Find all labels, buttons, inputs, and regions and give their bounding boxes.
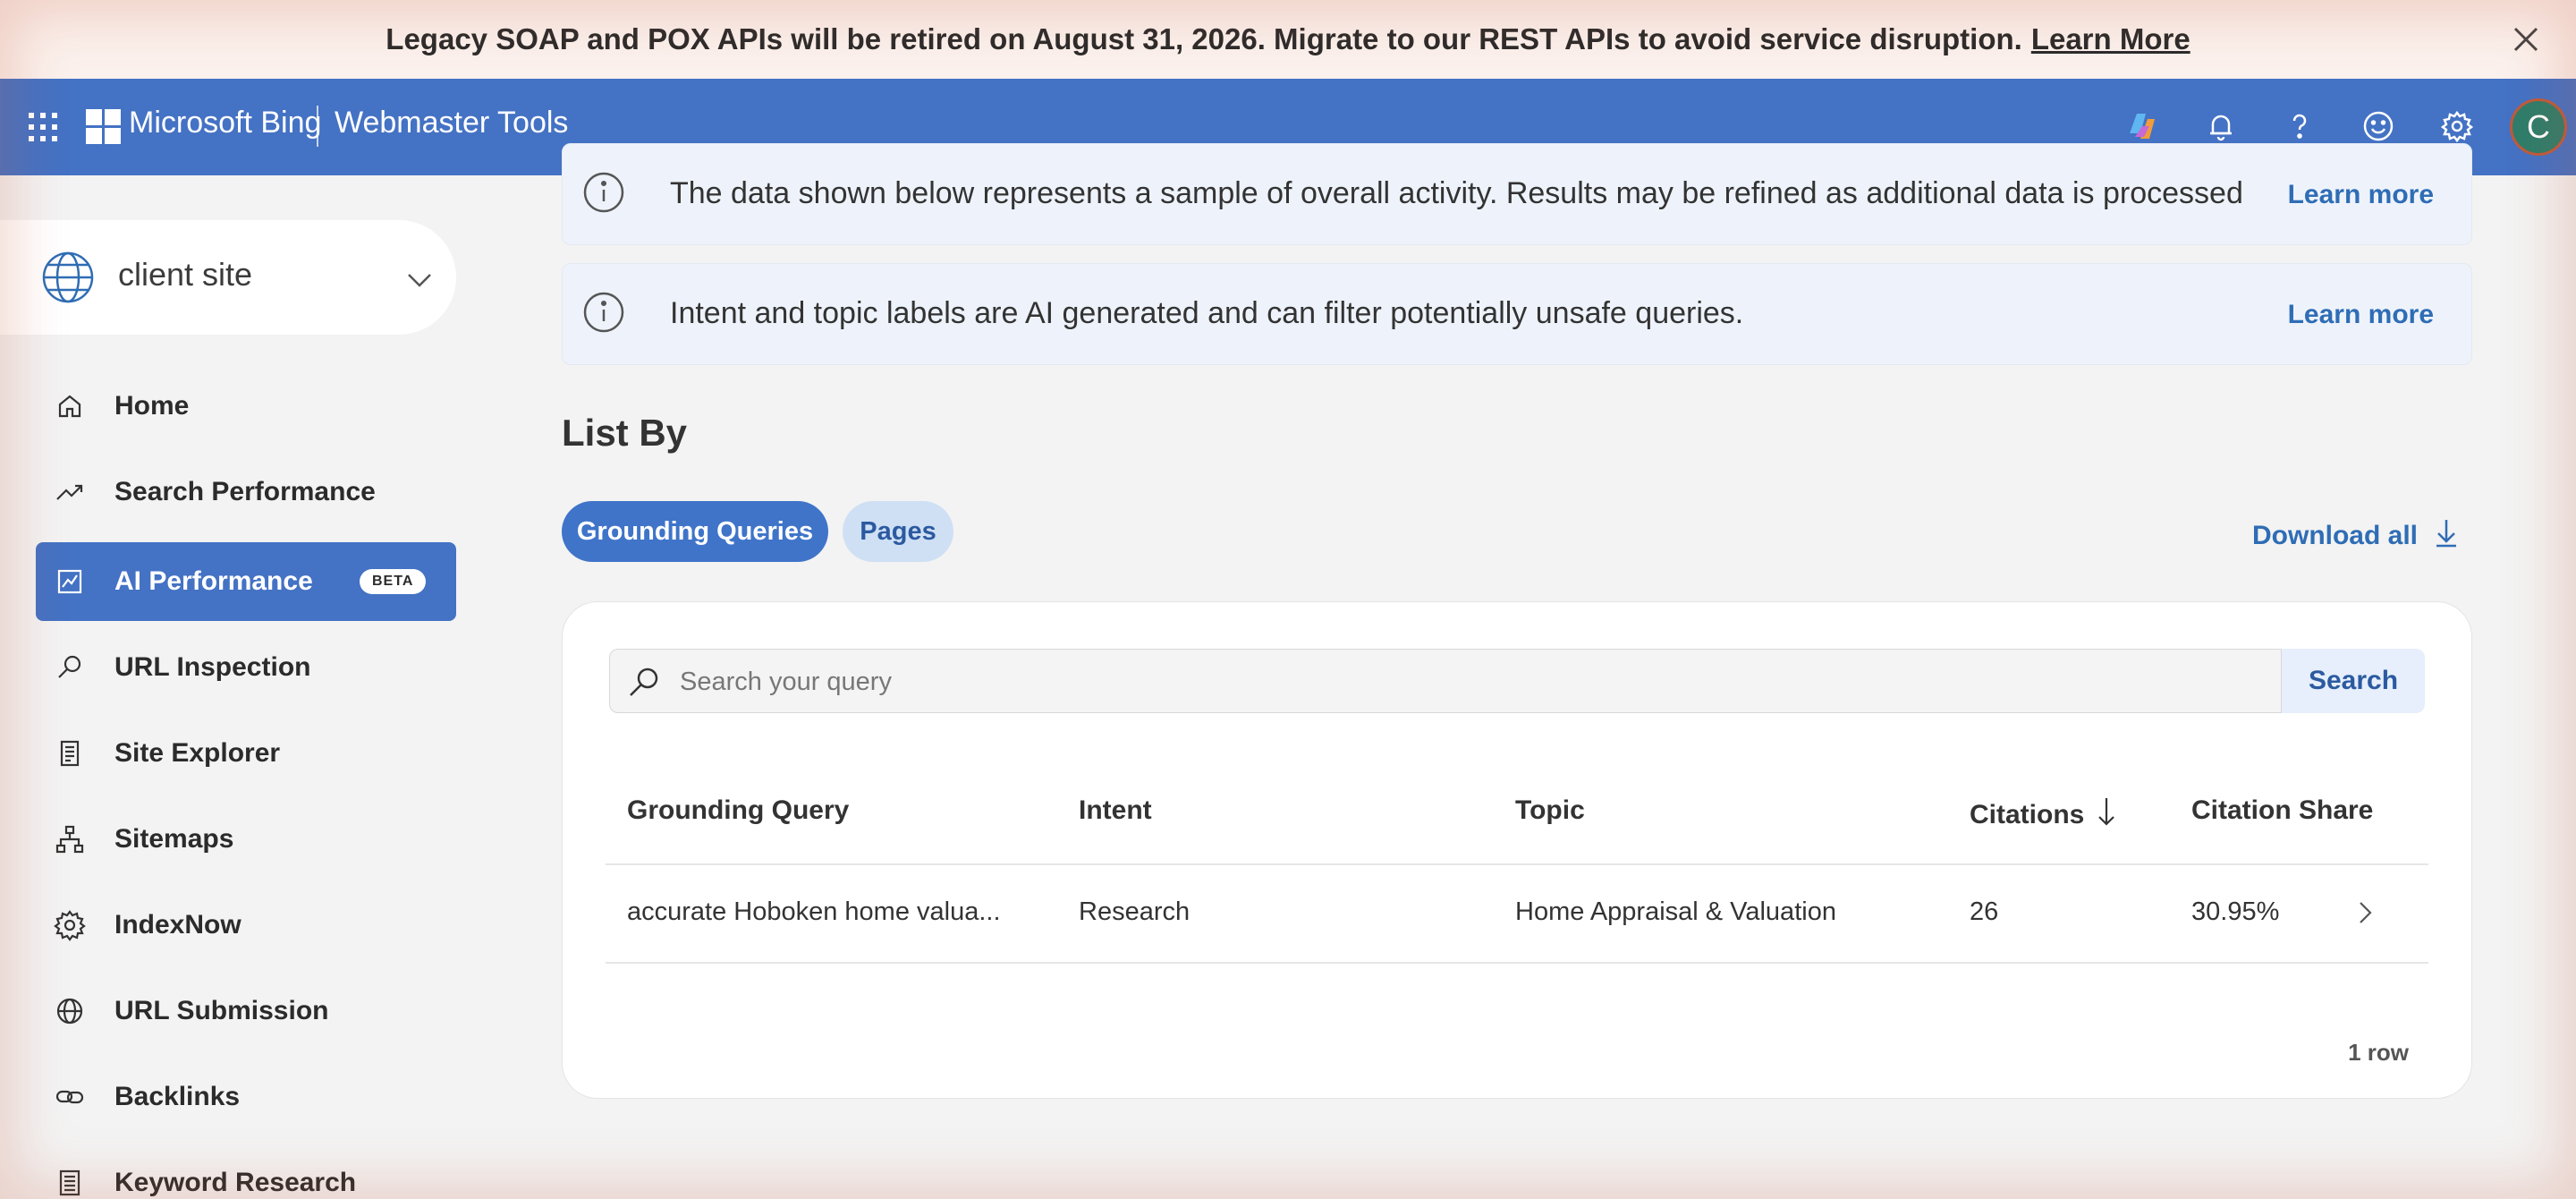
product-name[interactable]: Webmaster Tools bbox=[335, 106, 568, 140]
sidebar-item-label: Home bbox=[114, 391, 190, 421]
download-icon bbox=[2434, 517, 2459, 555]
banner-text: Legacy SOAP and POX APIs will be retired… bbox=[386, 22, 2022, 55]
chart-icon bbox=[54, 565, 86, 598]
sidebar-item-url-inspection[interactable]: URL Inspection bbox=[36, 628, 456, 707]
banner-message: Legacy SOAP and POX APIs will be retired… bbox=[386, 22, 2190, 56]
cell-topic: Home Appraisal & Valuation bbox=[1515, 897, 1836, 926]
sidebar-item-label: Keyword Research bbox=[114, 1168, 357, 1197]
sidebar-item-label: AI Performance bbox=[114, 566, 313, 596]
download-all-label: Download all bbox=[2252, 521, 2419, 550]
close-icon[interactable] bbox=[2508, 21, 2544, 57]
column-header-citation-share[interactable]: Citation Share bbox=[2191, 795, 2373, 826]
sidebar-item-ai-performance[interactable]: AI Performance BETA bbox=[36, 542, 456, 621]
help-icon[interactable] bbox=[2279, 106, 2320, 147]
column-header-grounding-query[interactable]: Grounding Query bbox=[627, 795, 849, 826]
sidebar-item-label: Site Explorer bbox=[114, 738, 281, 768]
column-header-citations[interactable]: Citations bbox=[1970, 795, 2116, 835]
home-icon bbox=[54, 390, 86, 422]
info-icon bbox=[582, 291, 625, 334]
sidebar-item-label: Backlinks bbox=[114, 1082, 241, 1111]
sidebar-item-label: Sitemaps bbox=[114, 824, 234, 854]
brand-name[interactable]: Microsoft Bing bbox=[129, 106, 321, 140]
search-icon bbox=[626, 664, 662, 700]
sidebar-item-home[interactable]: Home bbox=[36, 367, 456, 446]
cell-citation-share: 30.95% bbox=[2191, 897, 2280, 926]
sidebar-item-search-performance[interactable]: Search Performance bbox=[36, 453, 456, 531]
brand-divider bbox=[317, 106, 318, 147]
results-card: Search Grounding Query Intent Topic Cita… bbox=[562, 601, 2472, 1099]
tab-grounding-queries[interactable]: Grounding Queries bbox=[562, 501, 828, 562]
info-icon bbox=[582, 171, 625, 214]
sidebar-item-keyword-research[interactable]: Keyword Research bbox=[36, 1144, 456, 1199]
site-name: client site bbox=[118, 256, 253, 293]
column-header-topic[interactable]: Topic bbox=[1515, 795, 1585, 826]
gear-icon bbox=[54, 909, 86, 941]
magnifier-icon bbox=[54, 651, 86, 684]
sidebar-item-sitemaps[interactable]: Sitemaps bbox=[36, 800, 456, 879]
sidebar-item-backlinks[interactable]: Backlinks bbox=[36, 1058, 456, 1136]
beta-badge: BETA bbox=[360, 569, 427, 594]
globe-icon bbox=[54, 995, 86, 1027]
row-divider bbox=[606, 962, 2428, 964]
cell-query: accurate Hoboken home valua... bbox=[627, 897, 1001, 926]
app-launcher-icon[interactable] bbox=[27, 111, 59, 143]
globe-icon bbox=[41, 251, 95, 304]
site-selector[interactable]: client site bbox=[0, 220, 456, 335]
sidebar-item-label: URL Inspection bbox=[114, 652, 311, 682]
tab-pages[interactable]: Pages bbox=[843, 501, 953, 562]
row-count: 1 row bbox=[2348, 1039, 2409, 1066]
notice-text: Intent and topic labels are AI generated… bbox=[670, 296, 1744, 330]
sidebar-item-label: IndexNow bbox=[114, 910, 242, 940]
learn-more-link[interactable]: Learn more bbox=[2288, 180, 2434, 210]
search-field[interactable] bbox=[609, 649, 2282, 713]
sidebar-item-url-submission[interactable]: URL Submission bbox=[36, 972, 456, 1050]
bell-icon[interactable] bbox=[2200, 106, 2241, 147]
sidebar-item-label: Search Performance bbox=[114, 477, 376, 506]
document-icon bbox=[54, 737, 86, 770]
sample-data-notice: The data shown below represents a sample… bbox=[562, 143, 2472, 245]
ai-labels-notice: Intent and topic labels are AI generated… bbox=[562, 263, 2472, 365]
chevron-right-icon[interactable] bbox=[2350, 897, 2380, 928]
gear-icon[interactable] bbox=[2436, 106, 2478, 147]
learn-more-link[interactable]: Learn more bbox=[2288, 300, 2434, 330]
cell-intent: Research bbox=[1079, 897, 1191, 926]
notice-text: The data shown below represents a sample… bbox=[670, 176, 2243, 210]
banner-learn-more-link[interactable]: Learn More bbox=[2031, 22, 2190, 55]
column-header-intent[interactable]: Intent bbox=[1079, 795, 1152, 826]
search-input[interactable] bbox=[680, 662, 2254, 702]
column-header-label: Citations bbox=[1970, 800, 2085, 829]
legacy-api-banner: Legacy SOAP and POX APIs will be retired… bbox=[0, 0, 2576, 79]
sidebar-item-site-explorer[interactable]: Site Explorer bbox=[36, 714, 456, 793]
download-all-button[interactable]: Download all bbox=[2252, 517, 2459, 555]
microsoft-logo-icon bbox=[86, 109, 122, 145]
sort-descending-icon bbox=[2097, 795, 2116, 835]
copilot-icon[interactable] bbox=[2122, 106, 2163, 147]
search-button[interactable]: Search bbox=[2282, 649, 2425, 713]
header-divider bbox=[606, 863, 2428, 865]
link-icon bbox=[54, 1081, 86, 1113]
user-avatar[interactable]: C bbox=[2510, 98, 2567, 156]
trend-icon bbox=[54, 476, 86, 508]
feedback-smiley-icon[interactable] bbox=[2358, 106, 2399, 147]
chevron-down-icon[interactable] bbox=[404, 265, 435, 295]
sidebar-item-label: URL Submission bbox=[114, 996, 329, 1025]
cell-citations: 26 bbox=[1970, 897, 1999, 926]
list-by-heading: List By bbox=[562, 412, 688, 454]
sidebar-item-indexnow[interactable]: IndexNow bbox=[36, 886, 456, 965]
sidebar: client site Home Search Performance AI P… bbox=[0, 175, 501, 1199]
list-icon bbox=[54, 1167, 86, 1199]
sitemap-icon bbox=[54, 823, 86, 855]
